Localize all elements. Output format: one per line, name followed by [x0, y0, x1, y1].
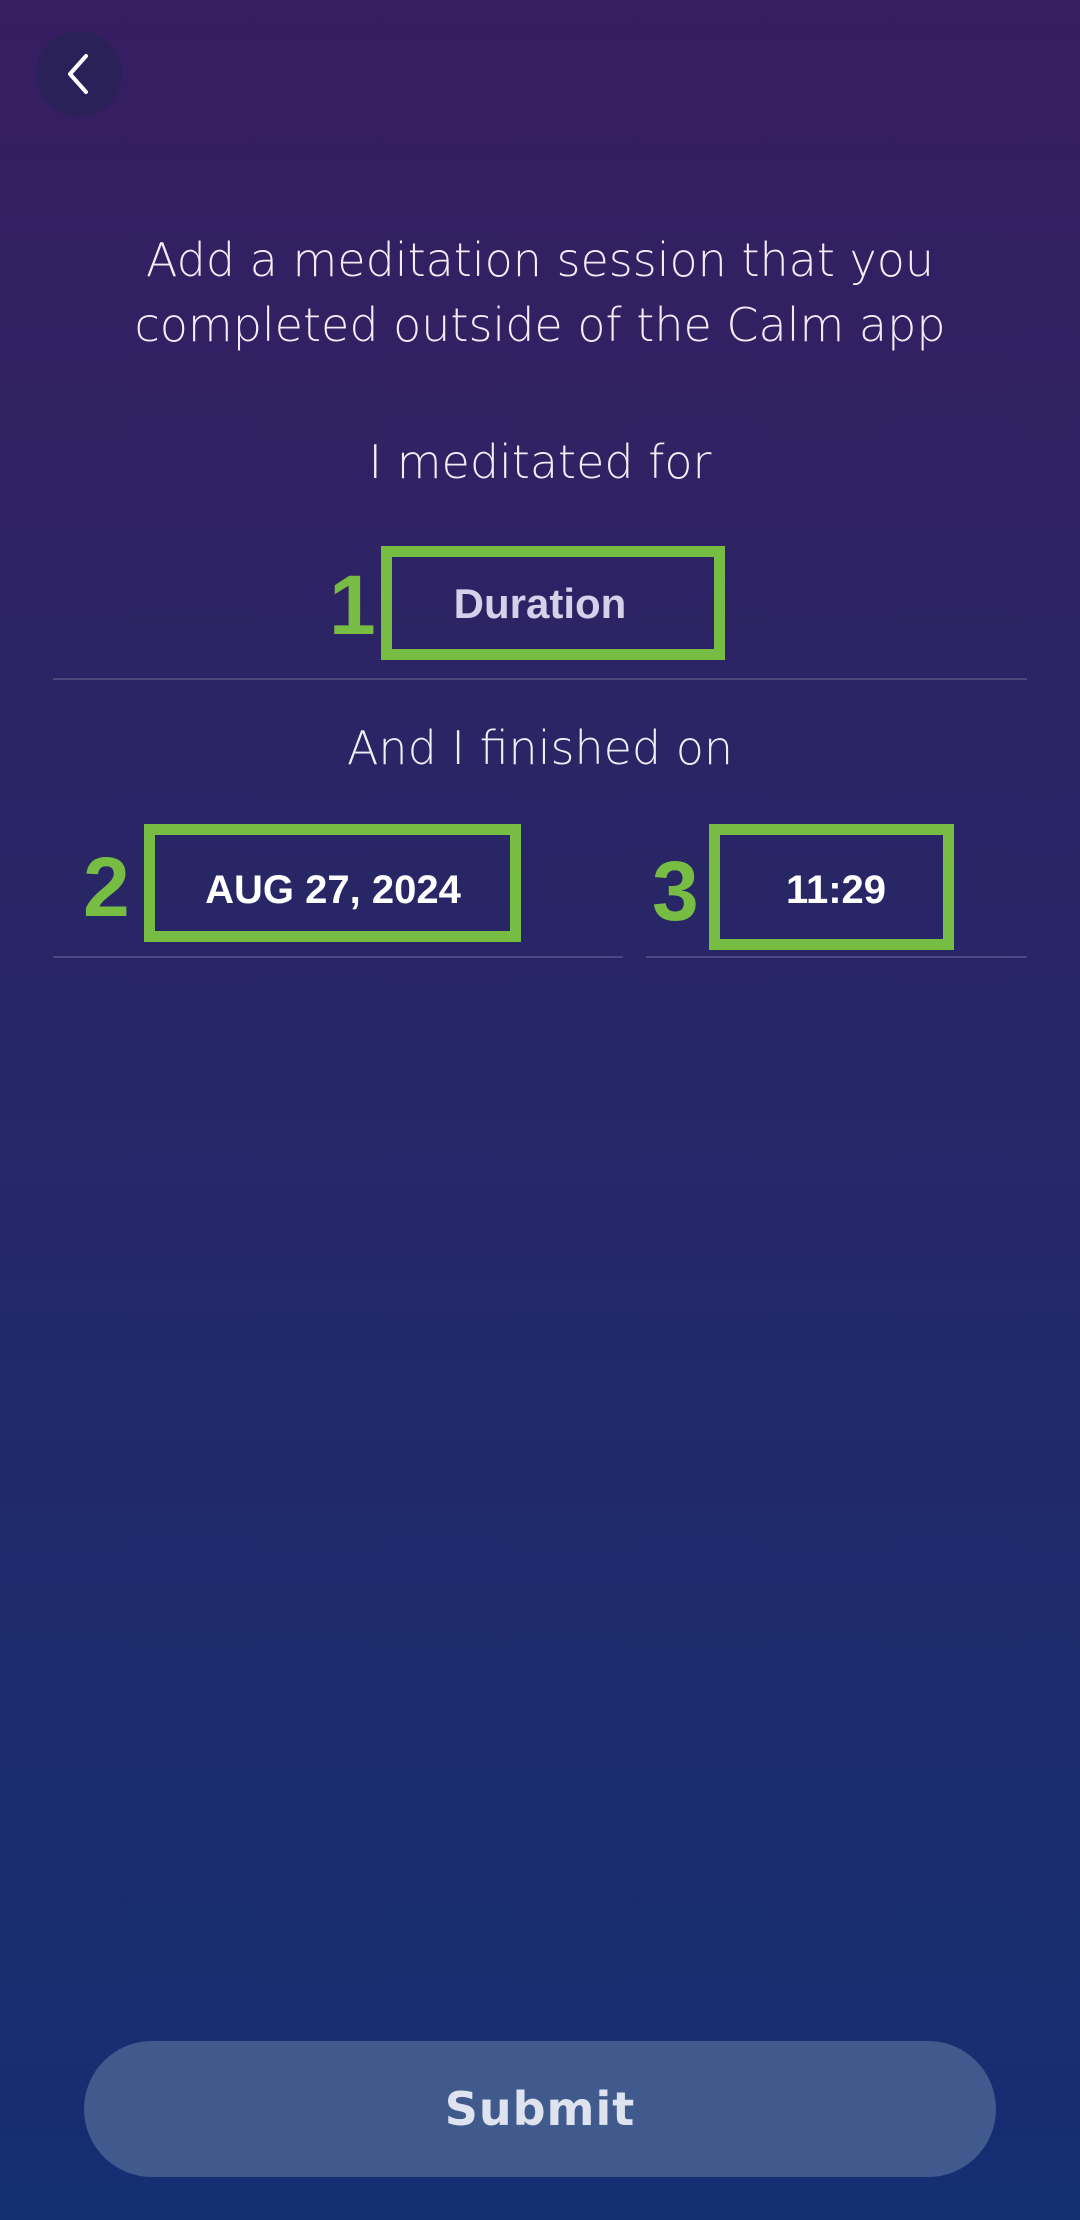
highlight-box-duration — [381, 546, 725, 660]
marker-2: 2 — [83, 840, 130, 934]
duration-underline — [53, 678, 1027, 680]
back-button[interactable] — [36, 31, 122, 117]
time-underline — [646, 956, 1027, 958]
marker-3: 3 — [652, 844, 699, 938]
highlight-box-time — [709, 824, 954, 950]
submit-button[interactable]: Submit — [84, 2041, 996, 2177]
intro-text: Add a meditation session that you comple… — [134, 233, 946, 352]
highlight-box-date — [144, 824, 521, 942]
meditated-for-label: I meditated for — [368, 435, 712, 489]
date-underline — [53, 956, 623, 958]
finished-on-label: And I finished on — [346, 721, 734, 775]
chevron-left-icon — [68, 54, 88, 94]
marker-1: 1 — [329, 558, 376, 652]
